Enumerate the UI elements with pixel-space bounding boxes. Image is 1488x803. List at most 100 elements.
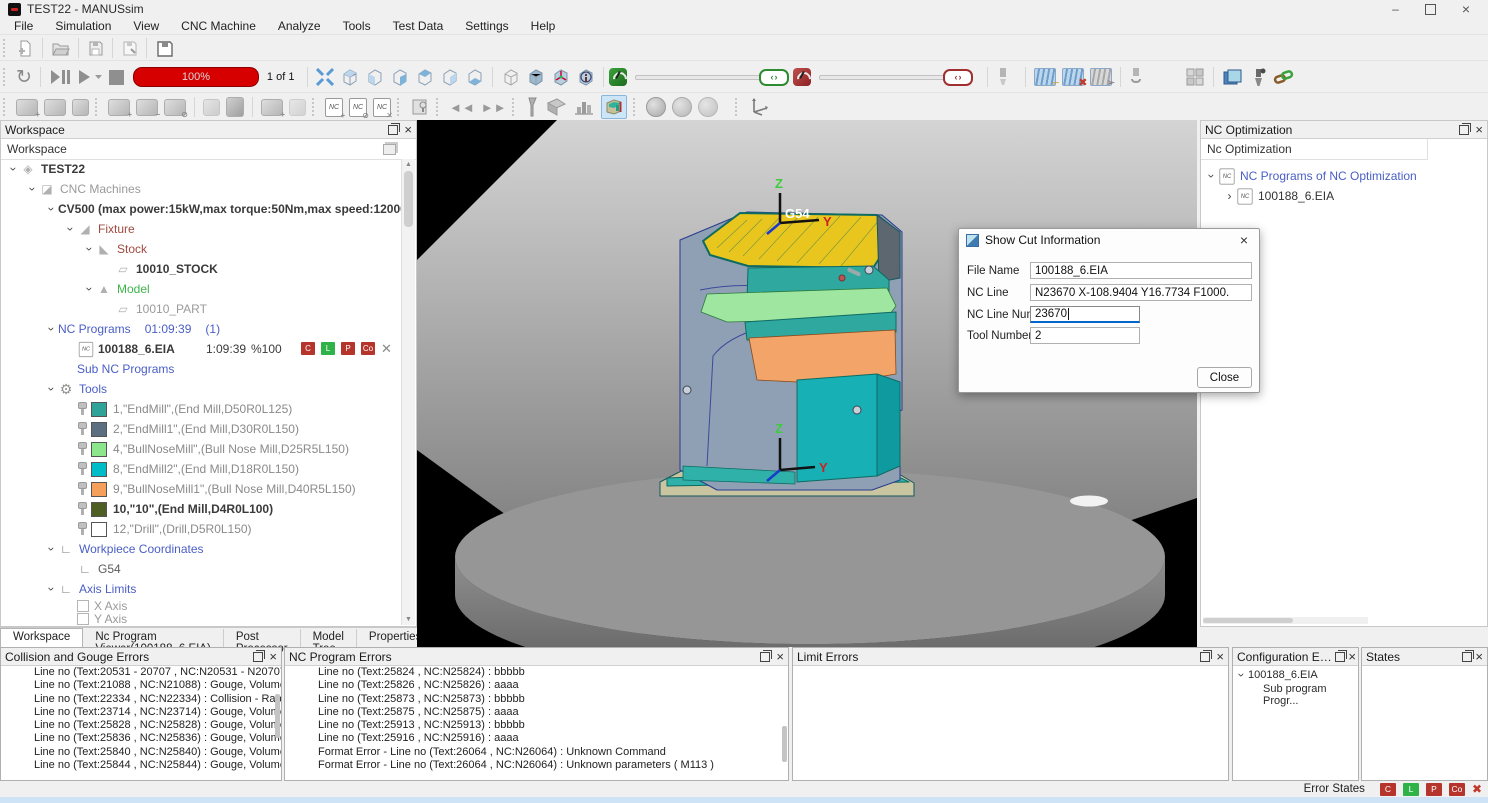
- collision-check-button[interactable]: ⌐: [1034, 68, 1056, 86]
- config-root-item[interactable]: › 100188_6.EIA: [1233, 666, 1358, 682]
- iso-view-button[interactable]: [340, 68, 359, 86]
- horizontal-scrollbar[interactable]: [1203, 617, 1368, 624]
- dialog-title-bar[interactable]: Show Cut Information ×: [959, 229, 1259, 251]
- clear-collisions-button[interactable]: ✖: [1062, 68, 1084, 86]
- tab-workspace[interactable]: Workspace: [0, 628, 83, 648]
- fixture-group-button[interactable]: [226, 97, 244, 117]
- tool-number-field[interactable]: 2: [1030, 327, 1140, 344]
- add-nc-program-button[interactable]: NC+: [325, 98, 343, 117]
- tile-windows-button[interactable]: [1185, 67, 1205, 87]
- chevron-down-icon[interactable]: ›: [7, 163, 21, 176]
- chevron-down-icon[interactable]: ›: [45, 323, 59, 336]
- add-model-button[interactable]: +: [261, 99, 283, 116]
- error-line[interactable]: Line no (Text:22334 , NC:N22334) : Colli…: [1, 693, 281, 706]
- float-panel-icon[interactable]: [760, 652, 770, 662]
- chevron-down-icon[interactable]: ›: [45, 583, 59, 596]
- save-button[interactable]: [87, 40, 104, 57]
- reset-simulation-button[interactable]: ↻: [16, 66, 32, 89]
- float-panel-icon[interactable]: [1459, 125, 1469, 135]
- error-line[interactable]: Line no (Text:25873 , NC:N25873) : bbbbb: [285, 693, 788, 706]
- axis-limit-checkbox[interactable]: [77, 600, 89, 612]
- chevron-right-icon[interactable]: ›: [1223, 189, 1236, 203]
- close-panel-icon[interactable]: ×: [1475, 652, 1483, 662]
- spindle-speed-slider[interactable]: ‹›: [819, 69, 973, 86]
- scrollbar-thumb[interactable]: [1203, 618, 1293, 623]
- close-panel-icon[interactable]: ×: [1216, 652, 1224, 662]
- config-child-item[interactable]: Sub program Progr...: [1233, 682, 1358, 707]
- tree-item[interactable]: ›Sub NC Programs: [1, 359, 402, 379]
- close-panel-icon[interactable]: ×: [776, 652, 784, 662]
- tree-item[interactable]: ›∟G54: [1, 559, 402, 579]
- float-panel-icon[interactable]: [1335, 652, 1345, 662]
- tree-item[interactable]: ›∟Workpiece Coordinates: [1, 539, 402, 559]
- measure-button[interactable]: [525, 96, 539, 118]
- maximize-button[interactable]: [1425, 4, 1436, 15]
- chevron-down-icon[interactable]: ›: [83, 243, 97, 256]
- section-analysis-button[interactable]: [698, 97, 718, 117]
- file-name-field[interactable]: 100188_6.EIA: [1030, 262, 1252, 279]
- zoom-analysis-button[interactable]: [646, 97, 666, 117]
- side-view-button[interactable]: [415, 68, 434, 86]
- scrollbar-thumb[interactable]: [404, 171, 413, 227]
- menu-cnc-machine[interactable]: CNC Machine: [171, 18, 266, 34]
- tool-wear-button[interactable]: [1129, 67, 1143, 87]
- chevron-down-icon[interactable]: ›: [1205, 170, 1219, 183]
- simulation-progress-bar[interactable]: 100%: [133, 67, 259, 87]
- nc-line-field[interactable]: N23670 X-108.9404 Y16.7734 F1000.: [1030, 284, 1252, 301]
- workspace-windows-button[interactable]: [1222, 68, 1243, 87]
- disable-fixture-button[interactable]: ⊘: [164, 99, 186, 116]
- info-view-button[interactable]: [576, 68, 595, 86]
- model-button[interactable]: [289, 99, 306, 116]
- fixture-button[interactable]: [203, 99, 220, 116]
- back-view-button[interactable]: [440, 68, 459, 86]
- error-line[interactable]: Format Error - Line no (Text:26064 , NC:…: [285, 759, 788, 772]
- link-button[interactable]: [1273, 68, 1294, 87]
- workspace-scrollbar[interactable]: ▲ ▼: [401, 159, 415, 625]
- scroll-down-icon[interactable]: ▼: [402, 616, 415, 623]
- menu-view[interactable]: View: [123, 18, 169, 34]
- error-pin-icon[interactable]: ✖: [1472, 782, 1482, 796]
- spindle-speed-slider-handle[interactable]: ‹›: [943, 69, 973, 86]
- chevron-down-icon[interactable]: ›: [45, 543, 59, 556]
- nc-viewer-button[interactable]: [410, 97, 430, 117]
- tree-item[interactable]: ›12,"Drill",(Drill,D5R0L150): [1, 519, 402, 539]
- edit-fixture-button[interactable]: −: [136, 99, 158, 116]
- dialog-close-button[interactable]: Close: [1197, 367, 1252, 388]
- feed-rate-slider[interactable]: ‹›: [635, 69, 789, 86]
- states-list[interactable]: [1362, 666, 1487, 779]
- toolbar-grip[interactable]: [3, 98, 9, 116]
- save-all-button[interactable]: [155, 39, 174, 58]
- tree-item[interactable]: ›NC100188_6.EIA1:09:39%100CLPCo✕: [1, 339, 402, 359]
- analysis-chart-button[interactable]: [573, 97, 595, 117]
- error-line[interactable]: Line no (Text:25916 , NC:N25916) : aaaa: [285, 732, 788, 745]
- show-cut-information-button[interactable]: [601, 95, 627, 119]
- load-stock-button[interactable]: [44, 99, 66, 116]
- error-line[interactable]: Line no (Text:21088 , NC:N21088) : Gouge…: [1, 679, 281, 692]
- tree-item[interactable]: ›◢Fixture: [1, 219, 402, 239]
- menu-settings[interactable]: Settings: [455, 18, 518, 34]
- menu-file[interactable]: File: [4, 18, 43, 34]
- tree-item[interactable]: ›1,"EndMill",(End Mill,D50R0L125): [1, 399, 402, 419]
- chevron-down-icon[interactable]: ›: [64, 223, 78, 236]
- scroll-up-icon[interactable]: ▲: [402, 161, 415, 168]
- tree-item[interactable]: ›4,"BullNoseMill",(Bull Nose Mill,D25R5L…: [1, 439, 402, 459]
- coordinate-system-button[interactable]: [748, 97, 770, 117]
- float-panel-icon[interactable]: [388, 125, 398, 135]
- open-file-button[interactable]: [51, 40, 70, 57]
- error-line[interactable]: Line no (Text:25824 , NC:N25824) : bbbbb: [285, 666, 788, 679]
- error-line[interactable]: Line no (Text:23714 , NC:N23714) : Gouge…: [1, 706, 281, 719]
- remove-nc-program-button[interactable]: NC✕: [373, 98, 391, 117]
- menu-tools[interactable]: Tools: [333, 18, 381, 34]
- tree-item[interactable]: ›9,"BullNoseMill1",(Bull Nose Mill,D40R5…: [1, 479, 402, 499]
- menu-help[interactable]: Help: [521, 18, 566, 34]
- nc-opt-child-item[interactable]: › NC 100188_6.EIA: [1201, 186, 1487, 206]
- error-line[interactable]: Line no (Text:25913 , NC:N25913) : bbbbb: [285, 719, 788, 732]
- bottom-view-button[interactable]: [465, 68, 484, 86]
- tree-item[interactable]: ›▲Model: [1, 279, 402, 299]
- error-line[interactable]: Line no (Text:25828 , NC:N25828) : Gouge…: [1, 719, 281, 732]
- nc-line-number-field[interactable]: 23670: [1030, 306, 1140, 323]
- toolbar-grip[interactable]: [3, 39, 9, 57]
- chevron-down-icon[interactable]: ›: [26, 183, 40, 196]
- report-button[interactable]: [545, 97, 567, 117]
- front-view-button[interactable]: [365, 68, 384, 86]
